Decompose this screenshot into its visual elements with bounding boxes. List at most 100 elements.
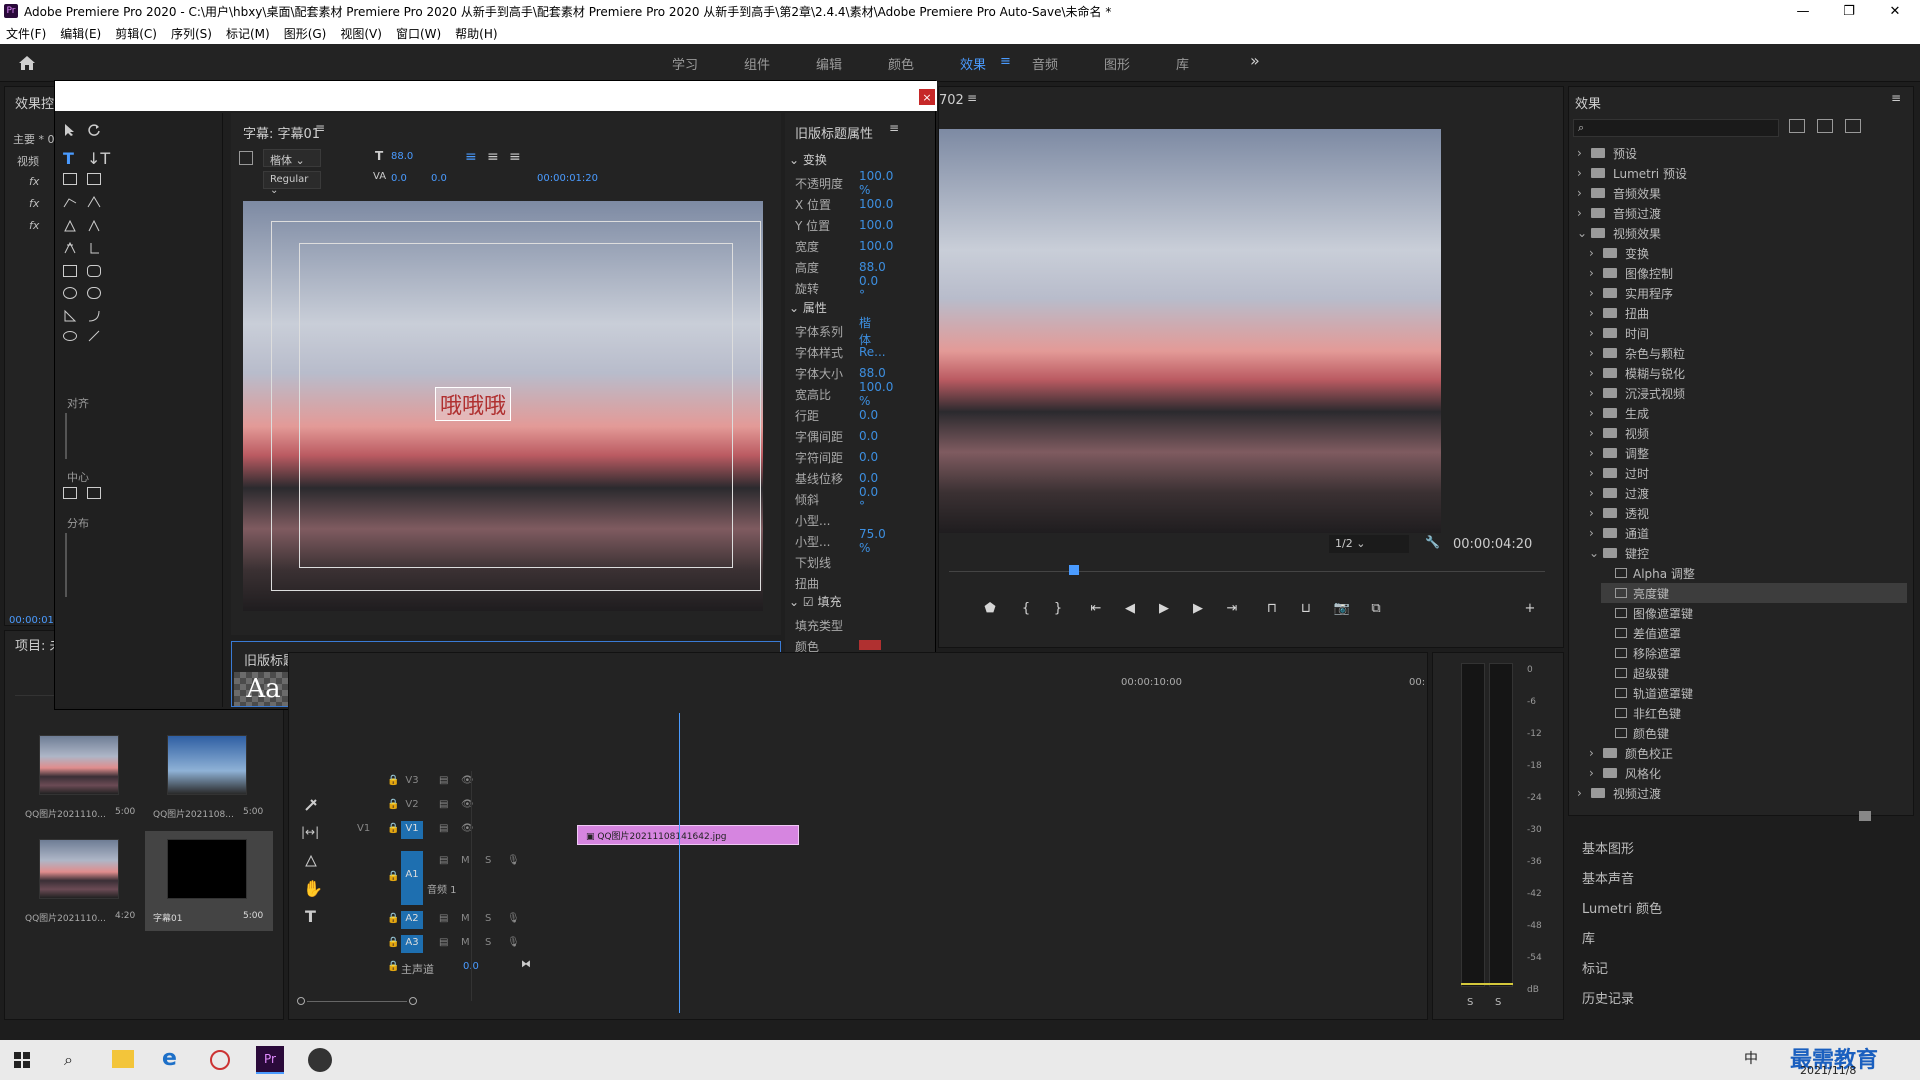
- distribute-buttons[interactable]: [65, 533, 99, 597]
- ellipse-tool-icon[interactable]: [63, 331, 77, 341]
- sync-lock-icon[interactable]: ▤: [439, 799, 448, 810]
- effects-tree-item[interactable]: › 生成: [1589, 403, 1649, 423]
- chevron-right-icon[interactable]: ›: [1589, 326, 1603, 340]
- panel-menu-icon[interactable]: ≡: [315, 121, 325, 135]
- prop-value[interactable]: 88.0: [859, 366, 886, 380]
- type-tool-icon[interactable]: T: [63, 149, 74, 168]
- yuv-effects-icon[interactable]: [1845, 119, 1861, 133]
- go-to-end-icon[interactable]: ⧓: [521, 959, 531, 970]
- line-tool-icon[interactable]: [87, 329, 101, 343]
- align-left-icon[interactable]: ≡: [465, 149, 477, 165]
- panel-menu-icon[interactable]: ≡: [967, 91, 977, 105]
- chevron-down-icon[interactable]: ⌄: [1577, 226, 1591, 240]
- playhead-marker[interactable]: [1069, 565, 1079, 575]
- property-row[interactable]: 扭曲: [795, 573, 819, 593]
- rectangle-tool-icon[interactable]: [63, 265, 77, 277]
- go-to-in-icon[interactable]: ⇤: [1085, 597, 1107, 619]
- voiceover-mic-icon[interactable]: 🎙: [507, 855, 520, 866]
- transform-row[interactable]: 高度 88.0: [795, 257, 886, 277]
- chevron-right-icon[interactable]: ›: [1589, 286, 1603, 300]
- style-swatch[interactable]: Aa: [234, 672, 293, 706]
- type-tool-icon[interactable]: T: [305, 907, 316, 926]
- fx-row-opacity[interactable]: fx: [29, 197, 39, 210]
- export-frame-icon[interactable]: 📷: [1331, 597, 1353, 619]
- mark-out-icon[interactable]: }: [1047, 597, 1069, 619]
- prop-value[interactable]: 100.0 %: [859, 380, 893, 408]
- chevron-right-icon[interactable]: ›: [1577, 166, 1591, 180]
- chevron-down-icon[interactable]: ⌄: [1589, 546, 1603, 560]
- track-label-a1[interactable]: A1: [401, 851, 423, 905]
- add-marker-icon[interactable]: ⬟: [979, 597, 1001, 619]
- lock-icon[interactable]: 🔒: [387, 823, 399, 834]
- effects-tree-item[interactable]: › 预设: [1577, 143, 1637, 163]
- effects-tree-item[interactable]: › 颜色校正: [1589, 743, 1673, 763]
- property-row[interactable]: 宽高比 100.0 %: [795, 380, 893, 408]
- panel-menu-icon[interactable]: ≡: [889, 121, 899, 135]
- program-monitor-tab[interactable]: 702: [939, 93, 964, 108]
- track-label-a3[interactable]: A3: [401, 935, 423, 953]
- workspace-learn[interactable]: 学习: [672, 54, 698, 73]
- prop-value[interactable]: 100.0 %: [859, 169, 893, 197]
- panel-menu-icon[interactable]: ≡: [1891, 91, 1901, 105]
- align-right-icon[interactable]: ≡: [509, 149, 521, 165]
- panel-essential-graphics[interactable]: 基本图形: [1582, 838, 1634, 857]
- rotation-tool-icon[interactable]: [87, 123, 101, 137]
- play-icon[interactable]: ▶: [1153, 597, 1175, 619]
- chevron-right-icon[interactable]: ›: [1589, 526, 1603, 540]
- chevron-right-icon[interactable]: ›: [1589, 766, 1603, 780]
- menu-edit[interactable]: 编辑(E): [60, 25, 101, 42]
- mark-in-icon[interactable]: {: [1015, 597, 1037, 619]
- path-type-tool-icon[interactable]: [63, 195, 77, 209]
- transform-section[interactable]: ⌄ 变换: [789, 151, 827, 168]
- menu-markers[interactable]: 标记(M): [226, 25, 270, 42]
- chevron-right-icon[interactable]: ›: [1589, 746, 1603, 760]
- property-row[interactable]: 字体系列 楷体: [795, 316, 871, 347]
- lock-icon[interactable]: 🔒: [387, 871, 399, 882]
- panel-libraries[interactable]: 库: [1582, 928, 1595, 947]
- effects-tree-item[interactable]: › 图像控制: [1589, 263, 1673, 283]
- prop-value[interactable]: 楷体: [859, 314, 871, 348]
- mute-button[interactable]: M: [461, 855, 470, 866]
- prop-value[interactable]: Re...: [859, 345, 886, 359]
- vertical-path-type-tool-icon[interactable]: [87, 195, 101, 209]
- title-text-object[interactable]: 哦哦哦: [435, 387, 512, 421]
- track-label-a2[interactable]: A2: [401, 911, 423, 929]
- track-label-v3[interactable]: V3: [401, 775, 423, 786]
- dialog-close-button[interactable]: ×: [919, 89, 935, 105]
- transform-row[interactable]: 宽度 100.0: [795, 236, 893, 256]
- go-to-out-icon[interactable]: ⇥: [1221, 597, 1243, 619]
- slip-tool-icon[interactable]: |↔|: [301, 825, 319, 839]
- effects-tree-item[interactable]: › 通道: [1589, 523, 1649, 543]
- solo-button[interactable]: S: [485, 937, 491, 948]
- prop-value[interactable]: 75.0 %: [859, 527, 886, 555]
- font-size-value[interactable]: 88.0: [391, 151, 413, 162]
- project-thumbnail[interactable]: [167, 735, 247, 795]
- app-taskbar-icon[interactable]: [308, 1048, 332, 1072]
- effects-tree-item[interactable]: › 调整: [1589, 443, 1649, 463]
- align-center-icon[interactable]: ≡: [487, 149, 499, 165]
- playhead-line[interactable]: [679, 713, 680, 1013]
- workspace-graphics[interactable]: 图形: [1104, 54, 1130, 73]
- effects-tree-item[interactable]: › 沉浸式视频: [1589, 383, 1685, 403]
- track-label-v1[interactable]: V1: [401, 821, 423, 839]
- rounded-rectangle-tool-icon[interactable]: [87, 265, 101, 277]
- razor-tool-icon[interactable]: [303, 797, 319, 813]
- button-editor-icon[interactable]: +: [1519, 597, 1541, 619]
- 32bit-effects-icon[interactable]: [1817, 119, 1833, 133]
- sync-lock-icon[interactable]: ▤: [439, 775, 448, 786]
- panel-history[interactable]: 历史记录: [1582, 988, 1634, 1007]
- lock-icon[interactable]: 🔒: [387, 937, 399, 948]
- property-row[interactable]: 行距 0.0: [795, 405, 878, 425]
- effects-tree-item[interactable]: ⌄ 视频效果: [1577, 223, 1661, 243]
- chevron-right-icon[interactable]: ›: [1577, 186, 1591, 200]
- edge-browser-icon[interactable]: e: [162, 1046, 177, 1071]
- zoom-dropdown[interactable]: 1/2 ⌄: [1329, 535, 1409, 553]
- chevron-right-icon[interactable]: ›: [1589, 406, 1603, 420]
- extract-icon[interactable]: ⊔: [1295, 597, 1317, 619]
- chevron-right-icon[interactable]: ›: [1589, 446, 1603, 460]
- effects-tree-item[interactable]: Alpha 调整: [1601, 563, 1695, 583]
- property-row[interactable]: 字体大小 88.0: [795, 363, 886, 383]
- hand-tool-icon[interactable]: ✋: [303, 879, 323, 898]
- source-patch-v1[interactable]: V1: [357, 823, 370, 834]
- prop-value[interactable]: 100.0: [859, 218, 893, 232]
